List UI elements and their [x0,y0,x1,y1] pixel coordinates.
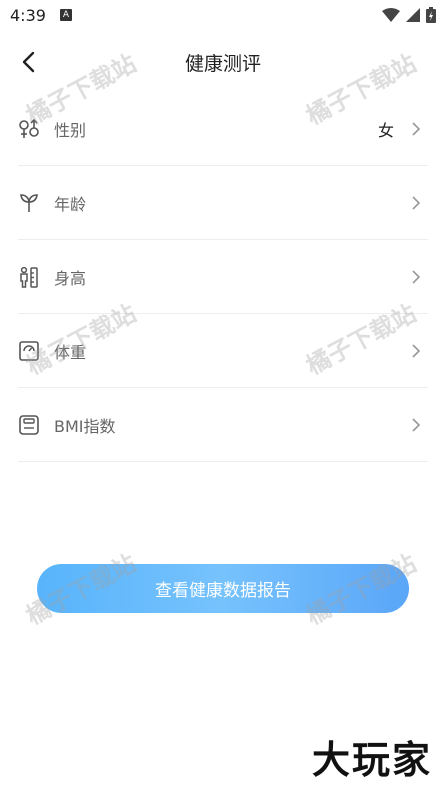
chevron-right-icon [412,343,421,358]
height-icon [18,266,40,288]
sprout-icon [18,192,40,214]
row-gender[interactable]: 性别 女 [18,92,428,166]
chevron-right-icon [412,269,421,284]
row-height[interactable]: 身高 [18,240,428,314]
app-notification-icon: A [59,9,72,21]
page-title: 健康测评 [184,52,261,75]
chevron-right-icon [412,121,421,136]
view-report-button[interactable]: 查看健康数据报告 [37,564,409,613]
scale-icon [18,340,40,362]
chevron-right-icon [412,195,421,210]
row-weight-label: 体重 [54,342,87,362]
status-bar: 4:39 A [0,0,446,30]
header: 健康测评 [0,40,446,84]
row-height-label: 身高 [54,268,87,288]
row-gender-label: 性别 [54,120,87,140]
row-age-label: 年龄 [54,194,87,214]
bmi-icon [18,414,40,436]
wifi-icon [382,8,400,22]
status-time: 4:39 [10,5,46,25]
chevron-left-icon [22,51,35,73]
row-bmi[interactable]: BMI指数 [18,388,428,462]
chevron-right-icon [412,417,421,432]
health-form-list: 性别 女 年龄 身高 体重 BMI指数 [18,92,428,462]
row-gender-value: 女 [377,120,394,140]
brand-logo: 大玩家 [311,738,432,782]
gender-icon [18,118,40,140]
row-weight[interactable]: 体重 [18,314,428,388]
row-bmi-label: BMI指数 [54,416,116,436]
row-age[interactable]: 年龄 [18,166,428,240]
battery-icon [426,7,436,23]
signal-icon [406,8,420,22]
back-button[interactable] [12,46,44,78]
